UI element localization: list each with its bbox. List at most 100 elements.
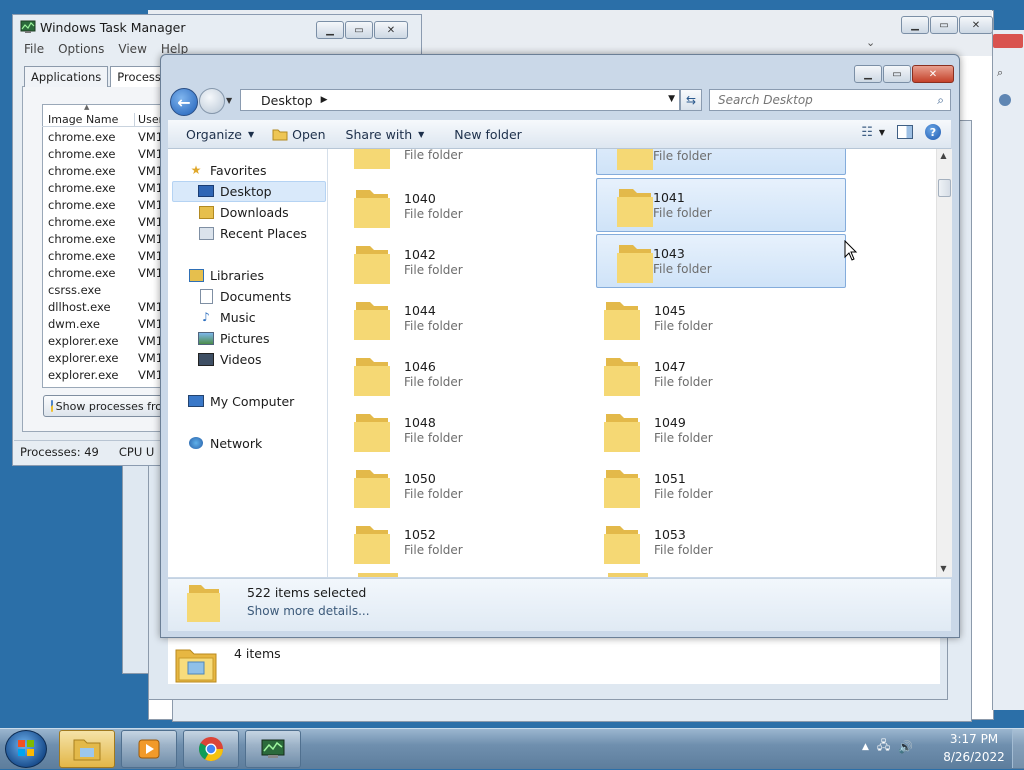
help-icon[interactable] <box>999 94 1011 106</box>
minimize-icon[interactable]: ▁ <box>854 65 882 83</box>
change-view-icon[interactable]: ☷ <box>861 125 873 140</box>
start-button[interactable] <box>5 730 47 768</box>
search-icon[interactable]: ⌕ <box>997 66 1003 80</box>
minimize-icon[interactable]: ▁ <box>901 16 929 34</box>
table-row[interactable]: explorer.exe VM1 <box>48 368 163 385</box>
nav-item-my-computer[interactable]: My Computer <box>188 391 294 411</box>
preview-pane-icon[interactable] <box>897 125 913 139</box>
table-row[interactable]: chrome.exe VM1 <box>48 181 163 198</box>
list-item[interactable]: 1046 File folder <box>334 348 582 400</box>
nav-item-favorites[interactable]: ★ Favorites <box>188 160 267 180</box>
taskbar-chrome-button[interactable] <box>183 730 239 768</box>
table-row[interactable]: chrome.exe VM1 <box>48 266 163 283</box>
table-row[interactable]: dllhost.exe VM1 <box>48 300 163 317</box>
menu-view[interactable]: View <box>118 42 146 56</box>
show-all-processes-button[interactable]: Show processes fro <box>43 395 163 417</box>
list-item[interactable]: 1047 File folder <box>584 348 832 400</box>
chevron-down-icon[interactable]: ⌄ <box>866 36 875 49</box>
chevron-down-icon[interactable]: ▼ <box>879 128 885 137</box>
chevron-down-icon[interactable]: ▼ <box>668 94 675 104</box>
clock-date[interactable]: 8/26/2022 <box>940 750 1008 764</box>
vertical-scrollbar[interactable] <box>936 149 952 577</box>
list-item[interactable]: 1050 File folder <box>334 460 582 512</box>
taskbar-task-manager-button[interactable] <box>245 730 301 768</box>
list-item[interactable]: 1051 File folder <box>584 460 832 512</box>
list-item[interactable]: 1048 File folder <box>334 404 582 456</box>
list-item[interactable]: 1052 File folder <box>334 516 582 568</box>
network-status-icon[interactable]: 🖧 <box>877 736 890 757</box>
maximize-icon[interactable]: ▭ <box>345 21 373 39</box>
list-item[interactable]: File folder <box>334 149 582 173</box>
table-row[interactable]: chrome.exe VM1 <box>48 147 163 164</box>
scrollbar-thumb[interactable] <box>938 179 951 197</box>
new-folder-button[interactable]: New folder <box>454 127 522 142</box>
list-item[interactable]: 1045 File folder <box>584 292 832 344</box>
search-input[interactable] <box>716 92 920 108</box>
table-row[interactable]: chrome.exe VM1 <box>48 232 163 249</box>
network-icon <box>188 436 204 450</box>
show-desktop-button[interactable] <box>1012 729 1024 768</box>
tab-applications[interactable]: Applications <box>24 66 109 87</box>
menu-file[interactable]: File <box>24 42 44 56</box>
nav-item-videos[interactable]: Videos <box>198 349 262 369</box>
nav-item-libraries[interactable]: Libraries <box>188 265 264 285</box>
table-row[interactable]: chrome.exe VM1 <box>48 249 163 266</box>
table-row[interactable]: chrome.exe VM1 <box>48 198 163 215</box>
list-item[interactable]: File folder <box>596 149 846 175</box>
table-row[interactable]: explorer.exe VM1 <box>48 334 163 351</box>
table-row[interactable]: dwm.exe VM1 <box>48 317 163 334</box>
chevron-up-icon[interactable]: ▲ <box>862 742 869 752</box>
view-controls: ☷ ▼ ? <box>861 124 941 140</box>
back-button[interactable]: ← <box>170 88 198 116</box>
task-manager-icon <box>20 20 36 33</box>
column-image-name[interactable]: Image Name <box>42 113 134 126</box>
organize-button[interactable]: Organize ▼ <box>186 127 254 142</box>
close-icon[interactable] <box>993 34 1023 48</box>
table-row[interactable]: chrome.exe VM1 <box>48 130 163 147</box>
nav-item-network[interactable]: Network <box>188 433 262 453</box>
list-item[interactable]: 1040 File folder <box>334 180 582 232</box>
chevron-right-icon[interactable]: ▶ <box>321 95 328 105</box>
close-icon[interactable]: ✕ <box>959 16 993 34</box>
forward-button[interactable] <box>199 88 225 114</box>
nav-item-downloads[interactable]: Downloads <box>198 202 289 222</box>
scroll-down-arrow-icon[interactable]: ▼ <box>936 564 951 573</box>
search-icon[interactable]: ⌕ <box>937 93 944 108</box>
taskbar-media-player-button[interactable] <box>121 730 177 768</box>
share-with-button[interactable]: Share with ▼ <box>346 127 425 142</box>
list-item[interactable]: 1043 File folder <box>596 234 846 288</box>
table-row[interactable]: csrss.exe <box>48 283 163 300</box>
column-user[interactable]: User <box>134 113 162 126</box>
close-icon[interactable]: ✕ <box>374 21 408 39</box>
address-bar[interactable]: Desktop ▶ ▼ <box>240 89 680 111</box>
clock-time[interactable]: 3:17 PM <box>944 732 1004 746</box>
help-icon[interactable]: ? <box>925 124 941 140</box>
refresh-button[interactable]: ⇆ <box>680 89 702 111</box>
table-row[interactable]: chrome.exe VM1 <box>48 215 163 232</box>
nav-item-music[interactable]: ♪ Music <box>198 307 255 327</box>
taskbar-explorer-button[interactable] <box>59 730 115 768</box>
open-button[interactable]: Open <box>272 127 326 142</box>
scroll-up-arrow-icon[interactable]: ▲ <box>936 151 951 160</box>
maximize-icon[interactable]: ▭ <box>883 65 911 83</box>
nav-item-recent-places[interactable]: Recent Places <box>198 223 307 243</box>
recent-pages-dropdown[interactable]: ▼ <box>226 96 232 105</box>
minimize-icon[interactable]: ▁ <box>316 21 344 39</box>
nav-item-documents[interactable]: Documents <box>198 286 291 306</box>
list-item[interactable]: 1053 File folder <box>584 516 832 568</box>
menu-options[interactable]: Options <box>58 42 104 56</box>
search-box[interactable]: ⌕ <box>709 89 951 111</box>
list-item[interactable]: 1042 File folder <box>334 236 582 288</box>
table-row[interactable]: chrome.exe VM1 <box>48 164 163 181</box>
close-icon[interactable]: ✕ <box>912 65 954 83</box>
maximize-icon[interactable]: ▭ <box>930 16 958 34</box>
table-row[interactable]: explorer.exe VM1 <box>48 351 163 368</box>
show-more-details-link[interactable]: Show more details... <box>247 604 370 618</box>
file-list[interactable]: File folder File folder 1040 File folder… <box>328 149 936 577</box>
nav-item-desktop[interactable]: Desktop <box>198 181 272 201</box>
volume-icon[interactable]: 🔊 <box>898 740 913 754</box>
list-item[interactable]: 1041 File folder <box>596 178 846 232</box>
list-item[interactable]: 1044 File folder <box>334 292 582 344</box>
nav-item-pictures[interactable]: Pictures <box>198 328 270 348</box>
list-item[interactable]: 1049 File folder <box>584 404 832 456</box>
